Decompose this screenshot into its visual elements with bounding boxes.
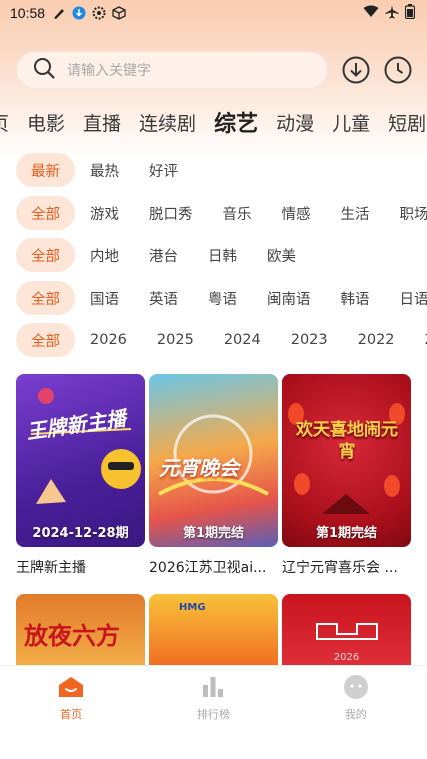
- poster-image: 放夜六方: [16, 594, 145, 669]
- status-bar: 10:58: [0, 0, 427, 26]
- battery-icon: [404, 4, 416, 23]
- filter-chip[interactable]: 日韩: [193, 238, 252, 272]
- nav-label: 首页: [60, 708, 83, 721]
- tab-partial[interactable]: 页: [0, 109, 9, 136]
- tab-short-drama[interactable]: 短剧: [388, 109, 426, 136]
- tab-movies[interactable]: 电影: [27, 109, 65, 136]
- filter-chip[interactable]: 2026: [75, 323, 142, 357]
- category-tabs: 页 电影 直播 连续剧 综艺 动漫 儿童 短剧: [0, 104, 427, 140]
- video-card[interactable]: 欢天喜地闹元宵 第1期完结 辽宁元宵喜乐会 ...: [282, 374, 411, 577]
- search-input[interactable]: 请输入关键字: [16, 51, 328, 89]
- filter-chip[interactable]: 英语: [134, 281, 193, 315]
- filter-chip[interactable]: 音乐: [208, 196, 267, 230]
- filter-chip[interactable]: 2023: [276, 323, 343, 357]
- nav-profile[interactable]: 我的: [306, 674, 406, 759]
- filter-chip[interactable]: 职场: [385, 196, 427, 230]
- filter-chip[interactable]: 好评: [134, 153, 193, 187]
- tab-variety[interactable]: 综艺: [214, 106, 258, 138]
- status-time: 10:58: [10, 5, 46, 21]
- history-icon[interactable]: [384, 56, 412, 84]
- search-placeholder: 请输入关键字: [67, 63, 151, 79]
- filter-year: 全部 2026 2025 2024 2023 2022 20: [16, 323, 427, 357]
- poster-image: HMG: [149, 594, 278, 669]
- filter-chip[interactable]: 欧美: [252, 238, 311, 272]
- tab-series[interactable]: 连续剧: [139, 109, 196, 136]
- filter-chip[interactable]: 全部: [16, 323, 75, 357]
- nav-ranking[interactable]: 排行榜: [163, 674, 263, 759]
- tab-kids[interactable]: 儿童: [332, 109, 370, 136]
- filter-region: 全部 内地 港台 日韩 欧美: [16, 238, 427, 272]
- filter-chip[interactable]: 游戏: [75, 196, 134, 230]
- filter-sort: 最新 最热 好评: [16, 153, 427, 187]
- tab-anime[interactable]: 动漫: [276, 109, 314, 136]
- filter-chip[interactable]: 最新: [16, 153, 75, 187]
- video-grid-row2: 放夜六方 HMG 2026: [16, 594, 416, 669]
- filter-chip[interactable]: 全部: [16, 281, 75, 315]
- poster-image: 欢天喜地闹元宵 第1期完结: [282, 374, 411, 547]
- bottom-nav: 首页 排行榜 我的: [0, 665, 427, 759]
- video-card[interactable]: 王牌新主播 2024-12-28期 王牌新主播: [16, 374, 145, 577]
- filter-chip[interactable]: 国语: [75, 281, 134, 315]
- filter-chip[interactable]: 内地: [75, 238, 134, 272]
- video-card[interactable]: 2026: [282, 594, 411, 669]
- filter-chip[interactable]: 粤语: [193, 281, 252, 315]
- search-icon: [33, 57, 55, 83]
- ranking-icon: [199, 674, 227, 700]
- nav-label: 我的: [344, 708, 367, 721]
- video-card[interactable]: 放夜六方: [16, 594, 145, 669]
- episode-badge: 2024-12-28期: [32, 526, 129, 541]
- filter-chip[interactable]: 情感: [267, 196, 326, 230]
- airplane-icon: [385, 5, 399, 23]
- filter-chip[interactable]: 韩语: [326, 281, 385, 315]
- video-card[interactable]: 元宵晚会 第1期完结 2026江苏卫视ai...: [149, 374, 278, 577]
- filter-type: 全部 游戏 脱口秀 音乐 情感 生活 职场: [16, 196, 427, 230]
- filter-chip[interactable]: 20: [410, 323, 427, 357]
- filter-chip[interactable]: 港台: [134, 238, 193, 272]
- filter-chip[interactable]: 日语: [385, 281, 427, 315]
- filter-chip[interactable]: 2022: [343, 323, 410, 357]
- profile-icon: [342, 674, 370, 700]
- home-icon: [57, 674, 85, 700]
- settings-status-icon: [91, 6, 107, 20]
- filter-chip[interactable]: 2024: [209, 323, 276, 357]
- poster-image: 王牌新主播 2024-12-28期: [16, 374, 145, 547]
- search-row: 请输入关键字: [16, 50, 416, 90]
- nav-home[interactable]: 首页: [21, 674, 121, 759]
- pen-icon: [51, 6, 67, 20]
- filter-chip[interactable]: 闽南语: [252, 281, 326, 315]
- filter-chip[interactable]: 脱口秀: [134, 196, 208, 230]
- filter-language: 全部 国语 英语 粤语 闽南语 韩语 日语: [16, 281, 427, 315]
- episode-badge: 第1期完结: [315, 526, 378, 541]
- nav-label: 排行榜: [196, 708, 230, 721]
- poster-image: 元宵晚会 第1期完结: [149, 374, 278, 547]
- download-status-icon: [71, 6, 87, 20]
- card-title: 2026江苏卫视ai...: [149, 560, 267, 576]
- poster-title-text: 欢天喜地闹元宵: [296, 420, 398, 462]
- poster-title-text: 元宵晚会: [159, 456, 239, 480]
- filter-chip[interactable]: 全部: [16, 196, 75, 230]
- poster-title-text: HMG: [179, 602, 206, 613]
- video-grid: 王牌新主播 2024-12-28期 王牌新主播 元宵晚会 第1期完结 2026江…: [16, 374, 416, 577]
- poster-title-text: 放夜六方: [24, 622, 120, 650]
- filter-chip[interactable]: 全部: [16, 238, 75, 272]
- video-card[interactable]: HMG: [149, 594, 278, 669]
- poster-image: 2026: [282, 594, 411, 669]
- filter-chip[interactable]: 生活: [326, 196, 385, 230]
- download-icon[interactable]: [342, 56, 370, 84]
- wifi-icon: [363, 5, 379, 22]
- card-title: 王牌新主播: [16, 560, 86, 576]
- card-title: 辽宁元宵喜乐会 ...: [282, 560, 398, 576]
- poster-title-text: 2026: [333, 652, 360, 663]
- cube-icon: [111, 6, 127, 20]
- filter-chip[interactable]: 2025: [142, 323, 209, 357]
- filter-chip[interactable]: 最热: [75, 153, 134, 187]
- episode-badge: 第1期完结: [182, 526, 245, 541]
- tab-live[interactable]: 直播: [83, 109, 121, 136]
